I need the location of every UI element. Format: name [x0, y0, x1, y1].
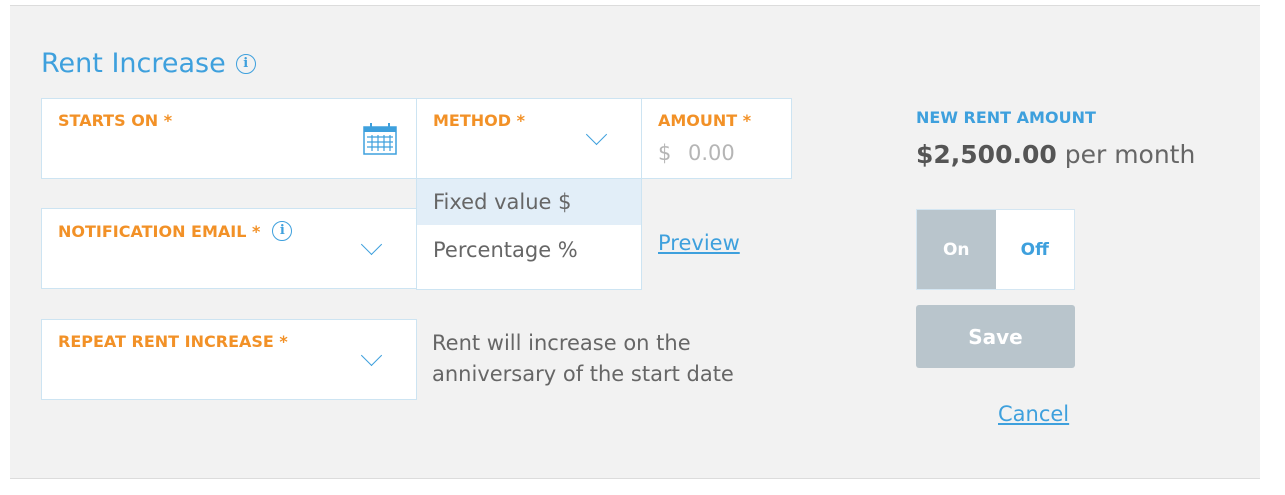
toggle-on-button[interactable]: On: [917, 210, 996, 289]
method-select[interactable]: METHOD *: [416, 98, 642, 179]
repeat-note-line1: Rent will increase on the: [432, 331, 691, 355]
chevron-down-icon: [360, 233, 383, 256]
repeat-rent-increase-label: REPEAT RENT INCREASE *: [58, 332, 288, 351]
chevron-down-icon: [360, 344, 383, 367]
new-rent-amount-period: per month: [1064, 140, 1196, 169]
info-icon[interactable]: i: [272, 221, 293, 241]
calendar-icon[interactable]: [363, 123, 397, 155]
section-title-text: Rent Increase: [41, 48, 226, 79]
amount-label: AMOUNT *: [658, 111, 752, 130]
method-option-fixed[interactable]: Fixed value $: [417, 179, 641, 225]
repeat-rent-increase-select[interactable]: REPEAT RENT INCREASE *: [41, 319, 417, 400]
notification-email-label-wrap: NOTIFICATION EMAIL * i: [58, 221, 293, 241]
starts-on-field[interactable]: STARTS ON *: [41, 98, 417, 179]
currency-symbol: $: [658, 141, 672, 165]
repeat-note: Rent will increase on the anniversary of…: [432, 328, 734, 390]
notification-email-select[interactable]: NOTIFICATION EMAIL * i: [41, 208, 417, 289]
new-rent-amount: $2,500.00 per month: [916, 140, 1195, 169]
method-option-percentage[interactable]: Percentage %: [417, 227, 641, 273]
method-dropdown-menu: Fixed value $ Percentage %: [416, 178, 642, 290]
new-rent-amount-label: NEW RENT AMOUNT: [916, 108, 1096, 127]
on-off-toggle: On Off: [916, 209, 1075, 290]
starts-on-label: STARTS ON *: [58, 111, 173, 130]
chevron-down-icon: [585, 123, 608, 146]
new-rent-amount-value: $2,500.00: [916, 140, 1057, 169]
repeat-note-line2: anniversary of the start date: [432, 362, 734, 386]
toggle-off-button[interactable]: Off: [995, 210, 1074, 289]
info-icon[interactable]: i: [235, 53, 256, 74]
amount-input[interactable]: 0.00: [688, 141, 735, 165]
save-button[interactable]: Save: [916, 305, 1075, 368]
section-title: Rent Increase i: [41, 48, 256, 79]
cancel-link[interactable]: Cancel: [998, 402, 1069, 426]
amount-field[interactable]: AMOUNT * $ 0.00: [641, 98, 792, 179]
notification-email-label: NOTIFICATION EMAIL *: [58, 221, 261, 241]
method-label: METHOD *: [433, 111, 525, 130]
preview-link[interactable]: Preview: [658, 231, 740, 255]
